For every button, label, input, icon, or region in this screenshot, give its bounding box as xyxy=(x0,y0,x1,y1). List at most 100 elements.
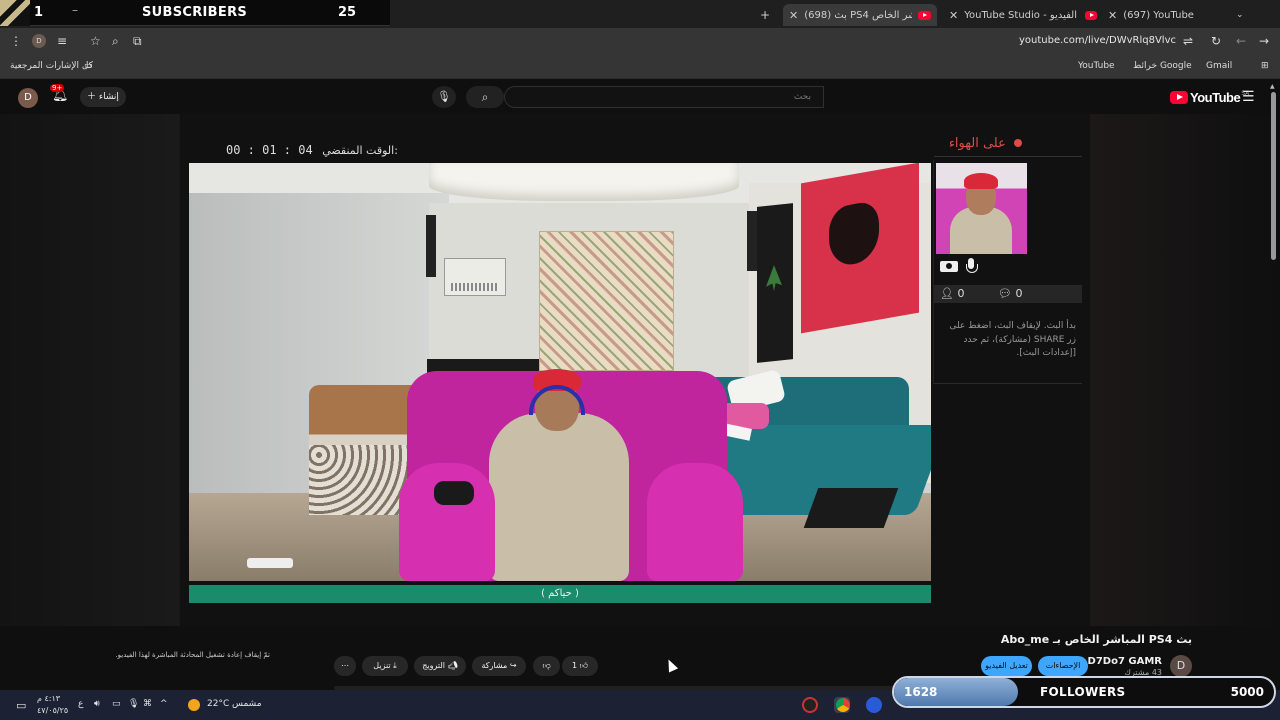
screenshot-icon[interactable]: ⧉ xyxy=(133,34,142,49)
chat-replay-note: تمّ إيقاف إعادة تشغيل المحادثة المباشرة … xyxy=(115,651,270,659)
viewer-count: 0 xyxy=(957,287,965,300)
close-icon[interactable]: ✕ xyxy=(789,9,798,22)
overlay-stripes xyxy=(0,0,30,26)
person-icon: 👤︎ xyxy=(940,287,954,300)
hamburger-menu-icon[interactable]: ☰ xyxy=(1242,89,1255,105)
youtube-header: D 🔔︎ 9+ ＋ إنشاء 🎙︎ ⌕ بحث YouTube SA ☰ xyxy=(0,80,1280,114)
followers-goal: 5000 xyxy=(1230,685,1264,699)
youtube-icon xyxy=(918,10,931,20)
video-title: بث PS4 المباشر الخاص بـ Abo_me xyxy=(1000,633,1192,646)
page-scrollbar[interactable] xyxy=(1271,92,1276,260)
star-icon[interactable]: ☆ xyxy=(90,34,101,48)
black-flag xyxy=(757,203,793,363)
reload-icon[interactable]: ↻ xyxy=(1211,34,1221,48)
thumb-cap xyxy=(964,173,998,189)
subscribers-overlay: 1 – SUBSCRIBERS 25 xyxy=(0,0,390,26)
forward-icon[interactable]: ← xyxy=(1236,34,1246,48)
account-avatar[interactable]: D xyxy=(18,88,38,108)
more-actions-icon[interactable]: ⋯ xyxy=(334,656,356,676)
tab-youtube-home[interactable]: ✕ (697) YouTube xyxy=(1102,4,1230,26)
like-button[interactable]: 1 👍︎ xyxy=(562,656,598,676)
obs-icon[interactable] xyxy=(802,697,818,713)
edit-video-button[interactable]: تعديل الفيديو xyxy=(981,656,1032,676)
divider xyxy=(934,156,1082,157)
profile-avatar-icon[interactable]: D xyxy=(32,34,46,48)
tab-live-stream[interactable]: ✕ (698) بث PS4 المباشر الخاص... xyxy=(783,4,937,26)
logo-text: YouTube xyxy=(1190,90,1241,105)
scroll-up-arrow-icon[interactable]: ▲ xyxy=(1270,83,1275,90)
show-hidden-icons[interactable]: ^ xyxy=(160,699,168,709)
search-icon[interactable]: ⌕ xyxy=(466,86,504,108)
laptop xyxy=(803,488,899,528)
apps-grid-icon[interactable]: ⊞ xyxy=(1261,61,1269,71)
tab-title: (698) بث PS4 المباشر الخاص... xyxy=(804,9,912,21)
elapsed-time-value: 00 : 01 : 04 xyxy=(226,143,313,157)
youtube-logo[interactable]: YouTube SA xyxy=(1170,90,1249,105)
air-conditioner xyxy=(444,258,506,296)
close-icon[interactable]: ✕ xyxy=(949,9,958,22)
reading-list-icon[interactable]: ≡ xyxy=(57,34,67,48)
camera-icon xyxy=(940,261,958,272)
chrome-icon xyxy=(836,698,850,712)
chat-bubble-icon: 💬︎ xyxy=(998,287,1012,300)
youtube-icon xyxy=(1084,10,1097,20)
chats-stat: 💬︎ 0 xyxy=(998,287,1022,300)
channel-name[interactable]: D7Do7 GAMR xyxy=(1080,656,1162,667)
temperature[interactable]: 22°C xyxy=(207,699,229,709)
close-icon[interactable]: ✕ xyxy=(1108,9,1117,22)
clock-time[interactable]: ٤:١٣ م xyxy=(37,694,60,703)
live-dot-icon xyxy=(1014,139,1022,147)
weather-condition[interactable]: مشمس xyxy=(232,699,262,709)
site-settings-icon[interactable]: ⇌ xyxy=(1183,34,1193,48)
followers-goal-bar: 1628 FOLLOWERS 5000 xyxy=(892,676,1276,708)
new-tab-button[interactable]: + xyxy=(760,4,770,26)
promote-button[interactable]: الترويج 📣︎ xyxy=(414,656,466,676)
tab-title: (697) YouTube xyxy=(1123,9,1194,21)
microphone-tray-icon[interactable]: 🎙︎ xyxy=(128,699,139,709)
ceiling-cove xyxy=(429,163,739,201)
search-input[interactable]: بحث xyxy=(504,86,824,108)
bookmark-maps[interactable]: خرائط Google xyxy=(1133,61,1192,71)
folder-icon: ▭ xyxy=(84,61,93,71)
subscribers-current: 1 xyxy=(34,5,44,20)
display-icon[interactable]: ▭ xyxy=(112,699,121,709)
download-icon: ⤓ xyxy=(393,661,397,670)
bookmark-youtube[interactable]: YouTube xyxy=(1078,61,1115,71)
create-label: إنشاء xyxy=(98,92,119,102)
app-icon[interactable] xyxy=(866,697,882,713)
url-text[interactable]: youtube.com/live/DWvRlq8Vlvc xyxy=(960,35,1176,46)
bookmarks-bar: كل الإشارات المرجعية ▭ YouTube خرائط Goo… xyxy=(0,55,1280,79)
back-icon[interactable]: → xyxy=(1259,34,1269,48)
share-button[interactable]: مشاركة ↪ xyxy=(472,656,526,676)
elapsed-time-label: الوقت المنقضي: xyxy=(322,144,398,157)
zoom-icon[interactable]: ⌕ xyxy=(112,34,119,49)
analytics-button[interactable]: الإحصاءات xyxy=(1038,656,1088,676)
clock-date[interactable]: ٤٧/٠٥/٢٥ xyxy=(37,706,68,715)
dislike-button[interactable]: 👎︎ xyxy=(533,656,560,676)
notification-badge: 9+ xyxy=(50,84,65,92)
sun-icon xyxy=(188,699,200,711)
power-strip xyxy=(247,558,293,568)
chat-count: 0 xyxy=(1015,287,1023,300)
all-bookmarks[interactable]: كل الإشارات المرجعية xyxy=(10,61,93,71)
microphone-icon xyxy=(966,258,978,274)
network-icon[interactable]: ⌘ xyxy=(143,699,152,709)
divider xyxy=(933,160,934,384)
tab-list-icon[interactable]: ⌄ xyxy=(1236,4,1244,26)
channel-avatar[interactable]: D xyxy=(1170,655,1192,677)
on-air-indicator: على الهواء xyxy=(938,136,1082,151)
download-button[interactable]: تنزيل ⤓ xyxy=(362,656,408,676)
create-button[interactable]: ＋ إنشاء xyxy=(80,87,126,107)
browser-tab-strip: 1 – SUBSCRIBERS 25 ⌄ ✕ (697) YouTube ✕ Y… xyxy=(0,0,1280,28)
notification-center-icon[interactable]: ▭ xyxy=(16,699,26,712)
menu-dots-icon[interactable]: ⋮ xyxy=(10,34,22,48)
tab-studio[interactable]: ✕ YouTube Studio - تفاصيل الفيديو xyxy=(943,4,1103,26)
bookmark-gmail[interactable]: Gmail xyxy=(1206,61,1232,71)
youtube-play-icon xyxy=(1170,91,1188,104)
volume-icon[interactable]: 🔊︎ xyxy=(94,699,100,709)
patterned-curtain xyxy=(539,231,674,371)
language-indicator[interactable]: ع xyxy=(78,699,83,709)
voice-search-icon[interactable]: 🎙︎ xyxy=(432,86,456,108)
camera-video-frame[interactable] xyxy=(189,163,931,581)
notifications-bell-icon[interactable]: 🔔︎ 9+ xyxy=(50,84,70,106)
